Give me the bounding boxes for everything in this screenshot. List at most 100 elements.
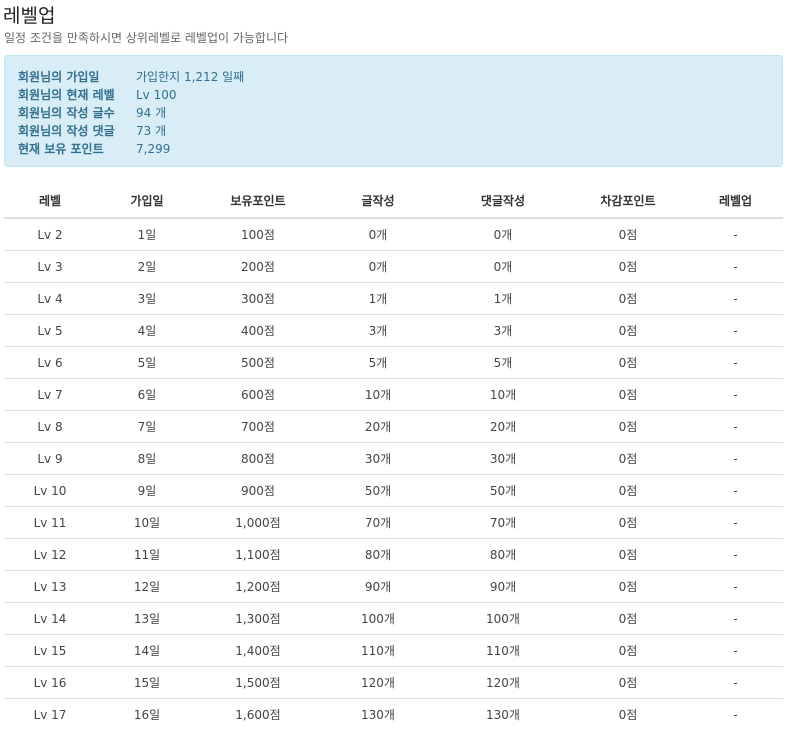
cell-join-days: 3일 bbox=[96, 282, 198, 315]
cell-level: Lv 9 bbox=[4, 442, 96, 475]
cell-join-days: 14일 bbox=[96, 634, 198, 667]
cell-points: 600점 bbox=[198, 378, 318, 411]
column-header-deduct-points: 차감포인트 bbox=[568, 184, 688, 219]
cell-levelup: - bbox=[688, 346, 783, 379]
cell-points: 1,100점 bbox=[198, 538, 318, 571]
cell-deduct-points: 0점 bbox=[568, 217, 688, 251]
cell-posts: 90개 bbox=[318, 570, 438, 603]
column-header-comments: 댓글작성 bbox=[438, 184, 568, 219]
cell-levelup: - bbox=[688, 378, 783, 411]
cell-join-days: 7일 bbox=[96, 410, 198, 443]
page-title: 레벨업 bbox=[3, 5, 56, 27]
cell-posts: 100개 bbox=[318, 602, 438, 635]
page-subtitle: 일정 조건을 만족하시면 상위레벨로 레벨업이 가능합니다 bbox=[4, 31, 289, 45]
info-label: 회원님의 현재 레벨 bbox=[18, 88, 115, 102]
info-row-comment-count: 회원님의 작성 댓글 73 개 bbox=[18, 122, 166, 140]
member-info-box: 회원님의 가입일 가입한지 1,212 일째 회원님의 현재 레벨 Lv 100 회… bbox=[4, 55, 783, 167]
cell-posts: 120개 bbox=[318, 666, 438, 699]
cell-posts: 3개 bbox=[318, 314, 438, 347]
cell-points: 300점 bbox=[198, 282, 318, 315]
cell-join-days: 2일 bbox=[96, 250, 198, 283]
level-table: 레벨 가입일 보유포인트 글작성 댓글작성 차감포인트 레벨업 Lv 2 1일 10… bbox=[4, 184, 783, 730]
cell-join-days: 1일 bbox=[96, 217, 198, 251]
table-row: Lv 3 2일 200점 0개 0개 0점 - bbox=[4, 250, 783, 283]
table-row: Lv 15 14일 1,400점 110개 110개 0점 - bbox=[4, 634, 783, 667]
cell-points: 1,500점 bbox=[198, 666, 318, 699]
table-body: Lv 2 1일 100점 0개 0개 0점 - Lv 3 2일 200점 0개 0개 0점 - Lv 4 3일… bbox=[4, 217, 783, 730]
column-header-posts: 글작성 bbox=[318, 184, 438, 219]
table-row: Lv 8 7일 700점 20개 20개 0점 - bbox=[4, 410, 783, 443]
cell-comments: 90개 bbox=[438, 570, 568, 603]
info-label: 현재 보유 포인트 bbox=[18, 142, 104, 156]
cell-points: 400점 bbox=[198, 314, 318, 347]
cell-level: Lv 15 bbox=[4, 634, 96, 667]
info-label: 회원님의 가입일 bbox=[18, 70, 100, 84]
cell-join-days: 10일 bbox=[96, 506, 198, 539]
cell-posts: 50개 bbox=[318, 474, 438, 507]
cell-level: Lv 7 bbox=[4, 378, 96, 411]
cell-level: Lv 6 bbox=[4, 346, 96, 379]
cell-level: Lv 11 bbox=[4, 506, 96, 539]
cell-posts: 1개 bbox=[318, 282, 438, 315]
cell-deduct-points: 0점 bbox=[568, 442, 688, 475]
cell-points: 100점 bbox=[198, 217, 318, 251]
cell-posts: 110개 bbox=[318, 634, 438, 667]
cell-deduct-points: 0점 bbox=[568, 346, 688, 379]
cell-levelup: - bbox=[688, 410, 783, 443]
cell-levelup: - bbox=[688, 217, 783, 251]
table-row: Lv 7 6일 600점 10개 10개 0점 - bbox=[4, 378, 783, 411]
column-header-join-days: 가입일 bbox=[96, 184, 198, 219]
table-row: Lv 11 10일 1,000점 70개 70개 0점 - bbox=[4, 506, 783, 539]
cell-comments: 110개 bbox=[438, 634, 568, 667]
cell-posts: 0개 bbox=[318, 217, 438, 251]
cell-join-days: 15일 bbox=[96, 666, 198, 699]
cell-levelup: - bbox=[688, 442, 783, 475]
info-row-join-date: 회원님의 가입일 가입한지 1,212 일째 bbox=[18, 68, 244, 86]
column-header-levelup: 레벨업 bbox=[688, 184, 783, 219]
table-row: Lv 10 9일 900점 50개 50개 0점 - bbox=[4, 474, 783, 507]
cell-levelup: - bbox=[688, 250, 783, 283]
cell-comments: 0개 bbox=[438, 217, 568, 251]
cell-join-days: 4일 bbox=[96, 314, 198, 347]
info-row-post-count: 회원님의 작성 글수 94 개 bbox=[18, 104, 166, 122]
cell-levelup: - bbox=[688, 314, 783, 347]
cell-level: Lv 3 bbox=[4, 250, 96, 283]
cell-comments: 100개 bbox=[438, 602, 568, 635]
cell-level: Lv 8 bbox=[4, 410, 96, 443]
cell-levelup: - bbox=[688, 666, 783, 699]
cell-deduct-points: 0점 bbox=[568, 410, 688, 443]
cell-deduct-points: 0점 bbox=[568, 506, 688, 539]
cell-points: 700점 bbox=[198, 410, 318, 443]
cell-level: Lv 13 bbox=[4, 570, 96, 603]
cell-join-days: 12일 bbox=[96, 570, 198, 603]
info-label: 회원님의 작성 댓글 bbox=[18, 124, 115, 138]
cell-points: 1,600점 bbox=[198, 698, 318, 730]
table-row: Lv 5 4일 400점 3개 3개 0점 - bbox=[4, 314, 783, 347]
cell-level: Lv 12 bbox=[4, 538, 96, 571]
cell-comments: 30개 bbox=[438, 442, 568, 475]
cell-deduct-points: 0점 bbox=[568, 282, 688, 315]
cell-join-days: 8일 bbox=[96, 442, 198, 475]
cell-join-days: 5일 bbox=[96, 346, 198, 379]
cell-comments: 80개 bbox=[438, 538, 568, 571]
cell-deduct-points: 0점 bbox=[568, 666, 688, 699]
cell-levelup: - bbox=[688, 634, 783, 667]
cell-posts: 20개 bbox=[318, 410, 438, 443]
cell-levelup: - bbox=[688, 570, 783, 603]
cell-points: 1,200점 bbox=[198, 570, 318, 603]
info-value: 94 개 bbox=[136, 106, 167, 120]
info-row-level: 회원님의 현재 레벨 Lv 100 bbox=[18, 86, 177, 104]
cell-level: Lv 2 bbox=[4, 217, 96, 251]
cell-deduct-points: 0점 bbox=[568, 538, 688, 571]
cell-points: 1,400점 bbox=[198, 634, 318, 667]
cell-posts: 10개 bbox=[318, 378, 438, 411]
cell-level: Lv 5 bbox=[4, 314, 96, 347]
cell-levelup: - bbox=[688, 474, 783, 507]
cell-deduct-points: 0점 bbox=[568, 602, 688, 635]
cell-deduct-points: 0점 bbox=[568, 698, 688, 730]
column-header-points: 보유포인트 bbox=[198, 184, 318, 219]
table-row: Lv 9 8일 800점 30개 30개 0점 - bbox=[4, 442, 783, 475]
cell-levelup: - bbox=[688, 602, 783, 635]
cell-posts: 80개 bbox=[318, 538, 438, 571]
column-header-level: 레벨 bbox=[4, 184, 96, 219]
